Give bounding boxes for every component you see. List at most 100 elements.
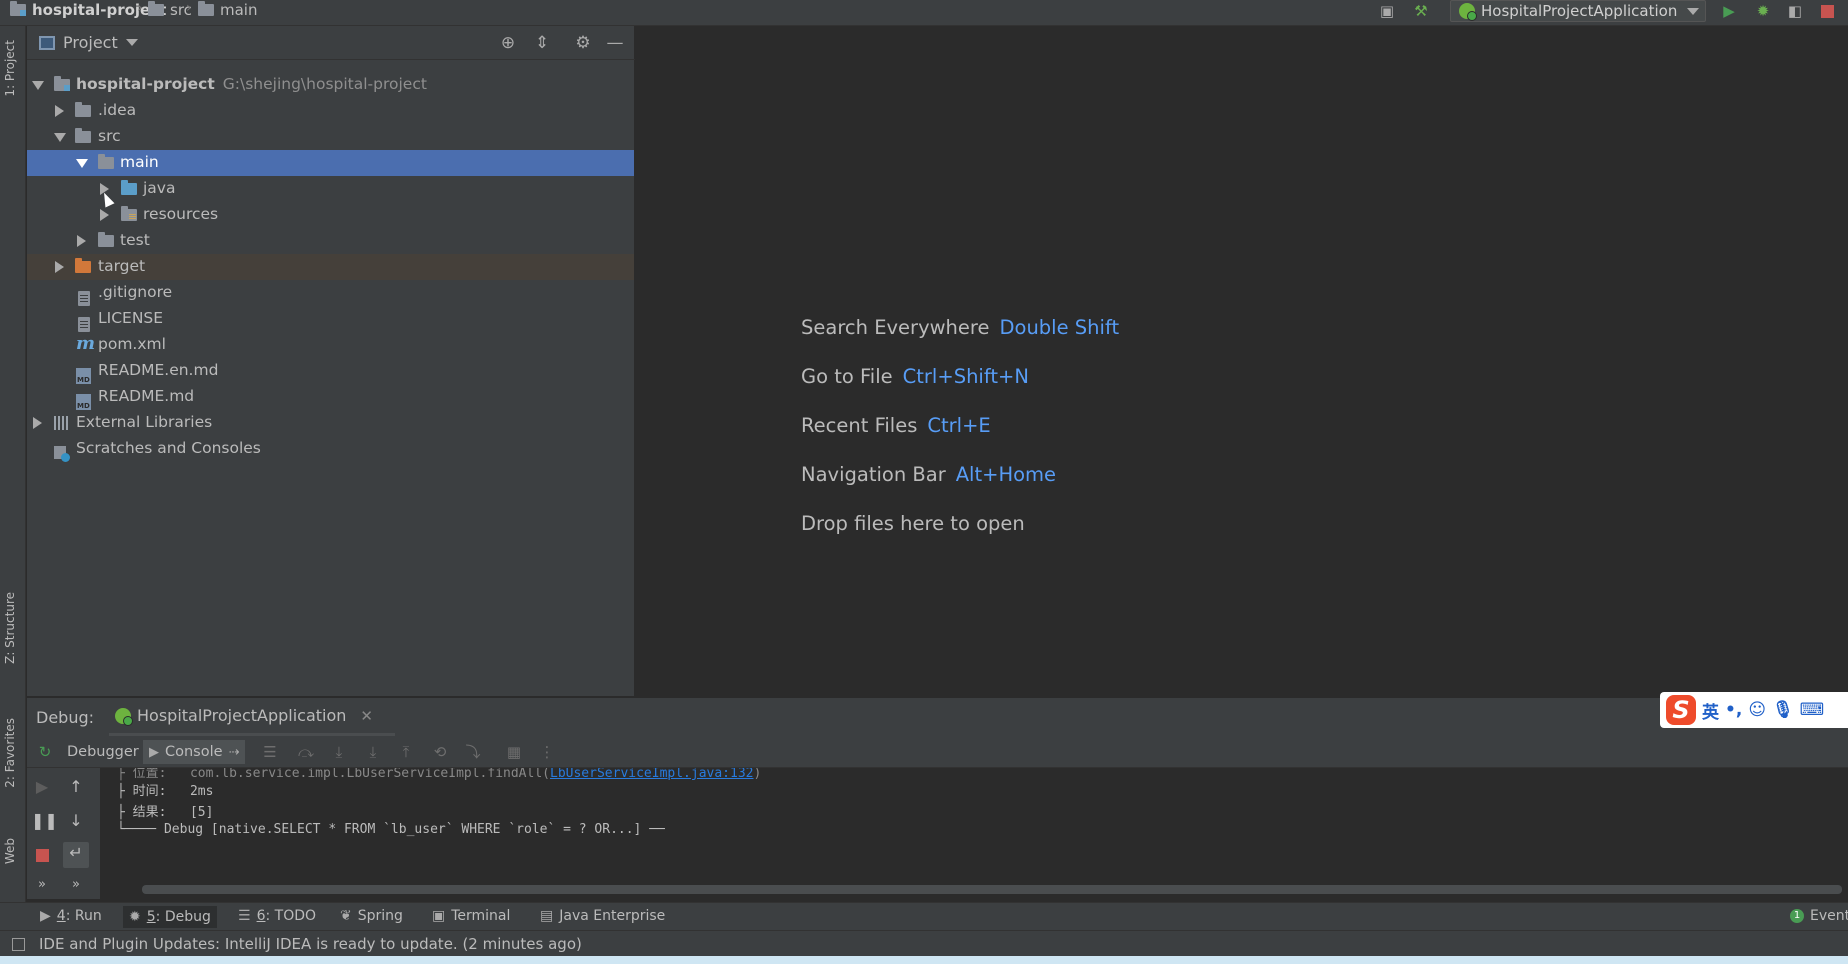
tree-node-resources[interactable]: resources [27, 202, 634, 228]
tree-node-external-libraries[interactable]: External Libraries [27, 410, 634, 436]
debug-tool-tab[interactable]: ✹ 5: Debug [123, 906, 217, 928]
debug-tab-mnemonic: 5 [146, 909, 156, 925]
spring-tab-label: Spring [357, 908, 403, 924]
down-arrow-icon[interactable]: ↓ [65, 810, 87, 832]
folder-icon [98, 232, 114, 247]
evaluate-expression-icon[interactable]: ▦ [504, 742, 524, 762]
close-icon[interactable]: ✕ [360, 707, 373, 725]
hint-navigation-bar: Navigation Bar Alt+Home [801, 463, 1056, 486]
tab-debugger[interactable]: Debugger [61, 740, 145, 764]
drop-frame-icon[interactable]: ⟲ [430, 742, 450, 762]
tree-node-java[interactable]: java [27, 176, 634, 202]
sogou-logo-icon[interactable]: S [1666, 695, 1696, 725]
tree-node-readme-en[interactable]: README.en.md [27, 358, 634, 384]
spring-boot-icon [115, 707, 133, 726]
breadcrumb-main[interactable]: main [198, 0, 257, 20]
favorites-tool-tab[interactable]: 2: Favorites [3, 718, 17, 788]
step-out-icon[interactable]: ⤒ [396, 742, 416, 762]
tree-node-label: README.md [98, 387, 195, 405]
tree-node-test[interactable]: test [27, 228, 634, 254]
spring-tool-tab[interactable]: ❦ Spring [340, 908, 403, 924]
tree-node-pom[interactable]: m pom.xml [27, 332, 634, 358]
tab-console[interactable]: ▶ Console ⇢ [143, 740, 246, 764]
force-step-into-icon[interactable]: ⤓ [363, 742, 383, 762]
project-folder-icon [54, 76, 70, 91]
hide-panel-icon[interactable]: — [605, 33, 625, 53]
java-enterprise-tool-tab[interactable]: ▤ Java Enterprise [540, 908, 665, 924]
run-configuration-selector[interactable]: HospitalProjectApplication [1450, 0, 1706, 22]
run-icon[interactable]: ▶ [1720, 2, 1738, 20]
step-over-icon[interactable]: ⤼ [296, 742, 316, 762]
tree-node-label: target [98, 257, 146, 275]
horizontal-scrollbar[interactable] [142, 885, 1842, 894]
gear-icon[interactable]: ⚙ [573, 33, 593, 53]
console-line: ├ 时间: 2ms [117, 784, 214, 799]
debug-session-tabs: Debug: HospitalProjectApplication ✕ [27, 698, 1848, 736]
debug-session-tab[interactable]: HospitalProjectApplication ✕ [109, 698, 395, 736]
toggle-tool-windows-icon[interactable] [12, 938, 25, 951]
ime-language-toggle[interactable]: 英 [1702, 698, 1719, 723]
folder-icon [198, 1, 214, 16]
keyboard-icon[interactable]: ⌨ [1800, 700, 1825, 720]
tree-node-src[interactable]: src [27, 124, 634, 150]
tree-node-label: test [120, 231, 150, 249]
console-output[interactable]: ├ 位置: com.lb.service.impl.LbUserServiceI… [100, 768, 1848, 900]
tree-node-hospital-project[interactable]: hospital-project G:\shejing\hospital-proj… [27, 72, 634, 98]
tree-node-idea[interactable]: .idea [27, 98, 634, 124]
rerun-icon[interactable]: ↻ [35, 742, 55, 762]
terminal-tool-tab[interactable]: ▣ Terminal [432, 908, 510, 924]
debug-bug-icon[interactable]: ✹ [1754, 2, 1772, 20]
tree-node-readme[interactable]: README.md [27, 384, 634, 410]
locate-file-icon[interactable]: ⊕ [498, 33, 518, 53]
run-tool-tab[interactable]: ▶ 4: Run [40, 908, 102, 924]
hint-recent-files: Recent Files Ctrl+E [801, 414, 991, 437]
debugger-toolbar: ↻ Debugger ▶ Console ⇢ ☰ ⤼ ⤓ ⤓ ⤒ ⟲ ⤵ ▦ ⋮ [27, 736, 1848, 768]
tree-node-target[interactable]: target [27, 254, 634, 280]
more-icon[interactable]: » [65, 874, 87, 896]
emoji-icon[interactable]: ☺ [1748, 700, 1766, 720]
project-view-selector[interactable]: Project [39, 33, 138, 52]
show-frames-icon[interactable]: ☰ [260, 742, 280, 762]
step-into-icon[interactable]: ⤓ [329, 742, 349, 762]
microphone-icon[interactable]: 🎙 [1772, 700, 1794, 720]
resume-icon[interactable]: ▶ [31, 776, 53, 798]
build-hammer-icon[interactable]: ⚒ [1412, 2, 1430, 20]
hint-shortcut: Double Shift [999, 316, 1120, 339]
event-log-tool-tab[interactable]: 1 Event [1790, 908, 1848, 924]
folder-icon [98, 154, 114, 169]
up-arrow-icon[interactable]: ↑ [65, 776, 87, 798]
project-structure-icon[interactable]: ▣ [1378, 2, 1396, 20]
more-icon[interactable]: » [31, 874, 53, 896]
soft-wrap-icon[interactable]: ↵ [63, 842, 89, 868]
debugger-side-toolbar: ▶ ❚❚ » ↑ ↓ ↵ » [27, 768, 97, 900]
java-enterprise-icon: ▤ [540, 908, 554, 924]
run-to-cursor-icon[interactable]: ⤵ [463, 742, 483, 762]
tree-node-scratches[interactable]: Scratches and Consoles [27, 436, 634, 462]
web-tool-tab[interactable]: Web [3, 838, 17, 864]
tree-node-label: Scratches and Consoles [76, 439, 261, 457]
structure-tool-tab[interactable]: Z: Structure [3, 592, 17, 664]
ime-punctuation-toggle[interactable]: •, [1725, 700, 1742, 720]
stop-icon[interactable] [31, 844, 53, 866]
ime-toolbar: S 英 •, ☺ 🎙 ⌨ [1660, 692, 1848, 728]
project-tool-tab-label: 1: Project [3, 40, 17, 97]
run-icon: ▶ [40, 908, 51, 924]
breadcrumb-project[interactable]: hospital-project [10, 0, 166, 20]
tree-node-main[interactable]: main [27, 150, 634, 176]
tree-node-gitignore[interactable]: .gitignore [27, 280, 634, 306]
libraries-icon [54, 416, 70, 430]
status-message[interactable]: IDE and Plugin Updates: IntelliJ IDEA is… [39, 935, 582, 953]
tree-node-license[interactable]: LICENSE [27, 306, 634, 332]
status-bar: IDE and Plugin Updates: IntelliJ IDEA is… [0, 930, 1848, 956]
project-folder-icon [10, 1, 26, 16]
collapse-all-icon[interactable]: ⇕ [532, 33, 552, 53]
coverage-icon[interactable]: ◧ [1786, 2, 1804, 20]
stop-icon[interactable] [1818, 2, 1836, 20]
console-line: └──── Debug [native.SELECT * FROM `lb_us… [117, 822, 665, 837]
project-tool-tab[interactable]: 1: Project [3, 40, 17, 97]
todo-tab-label: : TODO [265, 908, 317, 924]
todo-tool-tab[interactable]: ☰ 6: TODO [238, 908, 316, 924]
terminal-icon: ▣ [432, 908, 446, 924]
pause-icon[interactable]: ❚❚ [31, 810, 58, 832]
trace-icon[interactable]: ⋮ [537, 742, 557, 762]
